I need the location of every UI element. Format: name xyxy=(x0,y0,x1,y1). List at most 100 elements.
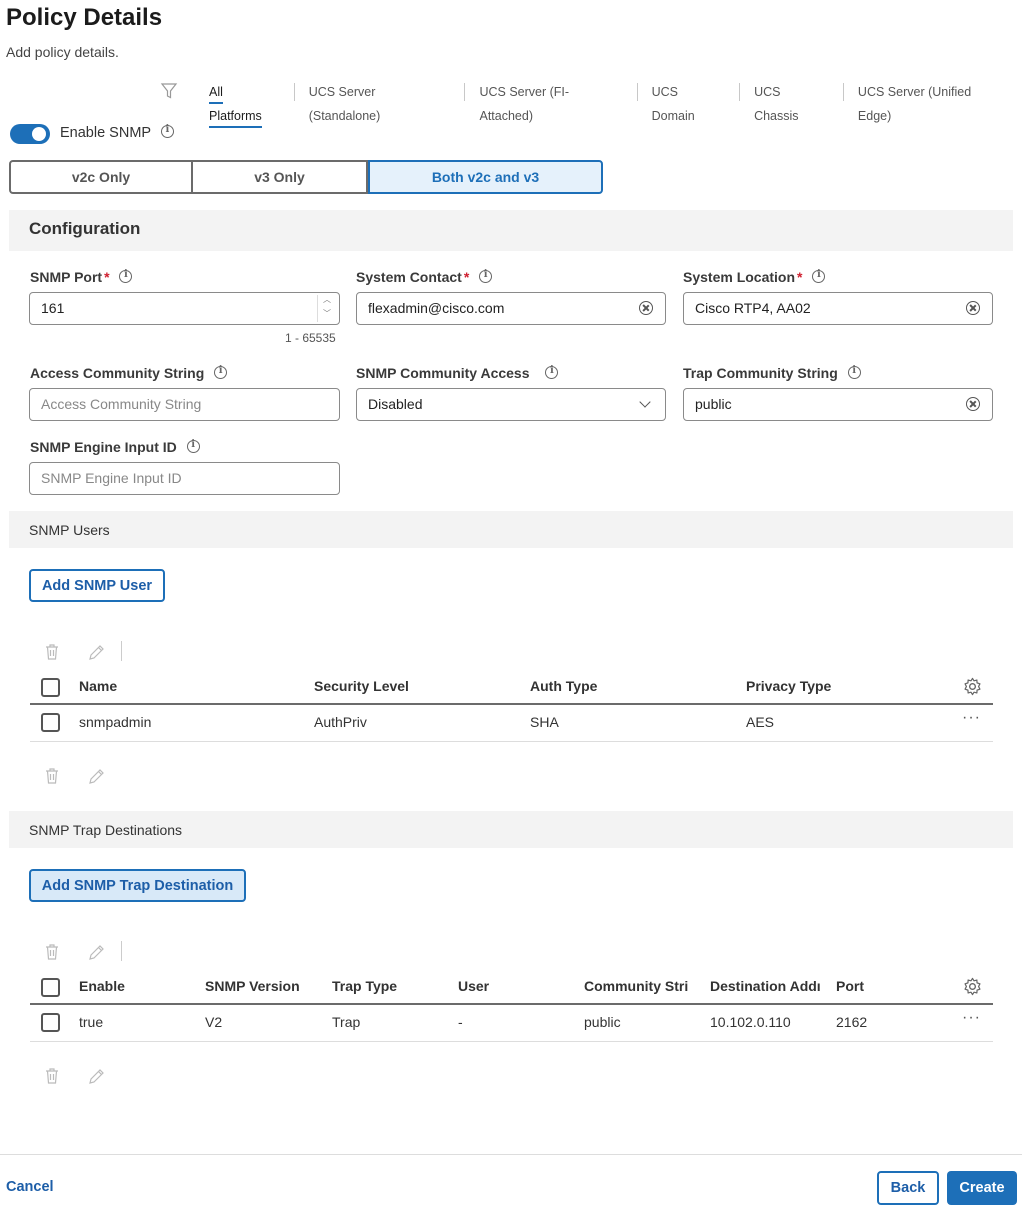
pencil-icon[interactable] xyxy=(88,643,104,661)
page-title: Policy Details xyxy=(6,4,163,31)
pencil-icon[interactable] xyxy=(88,943,104,961)
select-all-checkbox[interactable] xyxy=(41,978,60,997)
required-marker: * xyxy=(104,269,110,285)
trap-community-label: Trap Community String xyxy=(683,365,861,381)
snmp-port-input[interactable]: 161 ︿ ﹀ xyxy=(29,292,340,325)
system-contact-input[interactable]: flexadmin@cisco.com xyxy=(356,292,666,325)
column-header-name[interactable]: Name xyxy=(79,678,117,694)
trap-destinations-heading: SNMP Trap Destinations xyxy=(29,822,183,838)
enable-cell: true xyxy=(79,1014,104,1030)
community-access-label-text: SNMP Community Access xyxy=(356,365,530,381)
clear-icon[interactable] xyxy=(639,301,653,315)
system-contact-label: System Contact * xyxy=(356,269,493,285)
snmp-users-section-header: SNMP Users xyxy=(9,511,1013,548)
trap-community-value: public xyxy=(695,396,732,412)
engine-id-input[interactable]: SNMP Engine Input ID xyxy=(29,462,340,495)
more-options-icon[interactable]: ··· xyxy=(962,1009,981,1027)
trash-icon[interactable] xyxy=(44,1067,60,1085)
community-access-select[interactable]: Disabled xyxy=(356,388,666,421)
both-v2c-v3-option[interactable]: Both v2c and v3 xyxy=(368,160,603,194)
info-icon[interactable] xyxy=(812,269,826,283)
system-contact-label-text: System Contact xyxy=(356,269,462,285)
tab-ucs-domain[interactable]: UCS Domain xyxy=(636,80,739,123)
trash-icon[interactable] xyxy=(44,767,60,785)
table-row[interactable]: snmpadmin AuthPriv SHA AES ··· xyxy=(30,704,993,742)
clear-icon[interactable] xyxy=(966,397,980,411)
snmp-port-label-text: SNMP Port xyxy=(30,269,103,285)
row-checkbox[interactable] xyxy=(41,1013,60,1032)
info-icon[interactable] xyxy=(214,365,228,379)
column-header-user[interactable]: User xyxy=(458,978,576,994)
column-header-destination-address[interactable]: Destination Addı xyxy=(710,978,822,994)
back-button[interactable]: Back xyxy=(877,1171,939,1205)
trap-destinations-section-header: SNMP Trap Destinations xyxy=(9,811,1013,848)
chevron-down-icon[interactable] xyxy=(639,396,651,408)
column-header-auth-type[interactable]: Auth Type xyxy=(530,678,597,694)
add-snmp-trap-destination-button[interactable]: Add SNMP Trap Destination xyxy=(29,869,246,902)
chevron-down-icon[interactable]: ﹀ xyxy=(323,299,331,329)
snmp-users-table-header: Name Security Level Auth Type Privacy Ty… xyxy=(30,669,993,705)
row-checkbox[interactable] xyxy=(41,713,60,732)
tab-ucs-chassis[interactable]: UCS Chassis xyxy=(739,80,843,123)
gear-icon[interactable] xyxy=(963,677,982,696)
column-header-privacy-type[interactable]: Privacy Type xyxy=(746,678,831,694)
snmp-version-selector: v2c Only v3 Only Both v2c and v3 xyxy=(9,160,603,194)
column-header-enable[interactable]: Enable xyxy=(79,978,189,994)
user-name-cell: snmpadmin xyxy=(79,714,152,730)
engine-id-label-text: SNMP Engine Input ID xyxy=(30,439,177,455)
info-icon[interactable] xyxy=(545,365,559,379)
cancel-button[interactable]: Cancel xyxy=(6,1179,54,1195)
required-marker: * xyxy=(797,269,803,285)
community-access-label: SNMP Community Access xyxy=(356,365,559,381)
configuration-section-header: Configuration xyxy=(9,210,1013,251)
privacy-type-cell: AES xyxy=(746,714,775,730)
system-location-value: Cisco RTP4, AA02 xyxy=(695,300,811,316)
info-icon[interactable] xyxy=(479,269,493,283)
trash-icon[interactable] xyxy=(44,943,60,961)
enable-snmp-toggle[interactable] xyxy=(10,124,50,144)
column-header-security-level[interactable]: Security Level xyxy=(314,678,409,694)
info-icon[interactable] xyxy=(186,439,200,453)
select-all-checkbox[interactable] xyxy=(41,678,60,697)
trap-community-input[interactable]: public xyxy=(683,388,993,421)
system-location-input[interactable]: Cisco RTP4, AA02 xyxy=(683,292,993,325)
more-options-icon[interactable]: ··· xyxy=(962,709,981,727)
engine-id-label: SNMP Engine Input ID xyxy=(30,439,200,455)
trash-icon[interactable] xyxy=(44,643,60,661)
enable-snmp-text: Enable SNMP xyxy=(60,125,151,141)
access-community-input[interactable]: Access Community String xyxy=(29,388,340,421)
snmp-port-stepper[interactable]: ︿ ﹀ xyxy=(317,295,337,322)
column-header-snmp-version[interactable]: SNMP Version xyxy=(205,978,323,994)
pencil-icon[interactable] xyxy=(88,1067,104,1085)
table-row[interactable]: true V2 Trap - public 10.102.0.110 2162 … xyxy=(30,1004,993,1042)
column-header-trap-type[interactable]: Trap Type xyxy=(332,978,450,994)
v3-only-option[interactable]: v3 Only xyxy=(193,160,368,194)
snmp-version-cell: V2 xyxy=(205,1014,223,1030)
tab-ucs-server-fi-attached[interactable]: UCS Server (FI-Attached) xyxy=(464,80,636,123)
snmp-port-value: 161 xyxy=(41,300,65,316)
destination-address-cell: 10.102.0.110 xyxy=(710,1014,791,1030)
column-header-port[interactable]: Port xyxy=(836,978,916,994)
create-button[interactable]: Create xyxy=(947,1171,1017,1205)
info-icon[interactable] xyxy=(160,124,174,138)
platform-tabs: All Platforms UCS Server (Standalone) UC… xyxy=(200,80,1022,128)
add-snmp-user-button[interactable]: Add SNMP User xyxy=(29,569,165,602)
pencil-icon[interactable] xyxy=(88,767,104,785)
page-subtitle: Add policy details. xyxy=(6,44,119,60)
tab-all-platforms[interactable]: All Platforms xyxy=(200,80,294,128)
gear-icon[interactable] xyxy=(963,977,982,996)
clear-icon[interactable] xyxy=(966,301,980,315)
enable-snmp-label: Enable SNMP xyxy=(60,124,174,141)
toolbar-divider xyxy=(121,941,122,961)
configuration-heading: Configuration xyxy=(29,219,141,238)
filter-icon[interactable] xyxy=(160,82,178,100)
tab-ucs-server-unified-edge[interactable]: UCS Server (Unified Edge) xyxy=(842,80,1022,123)
column-header-community-string[interactable]: Community Stri xyxy=(584,978,696,994)
info-icon[interactable] xyxy=(119,269,133,283)
info-icon[interactable] xyxy=(847,365,861,379)
tab-ucs-server-standalone[interactable]: UCS Server (Standalone) xyxy=(293,80,465,123)
system-contact-value: flexadmin@cisco.com xyxy=(368,300,505,316)
footer-divider xyxy=(0,1154,1022,1155)
v2c-only-option[interactable]: v2c Only xyxy=(9,160,193,194)
trap-destinations-table-header: Enable SNMP Version Trap Type User Commu… xyxy=(30,969,993,1005)
